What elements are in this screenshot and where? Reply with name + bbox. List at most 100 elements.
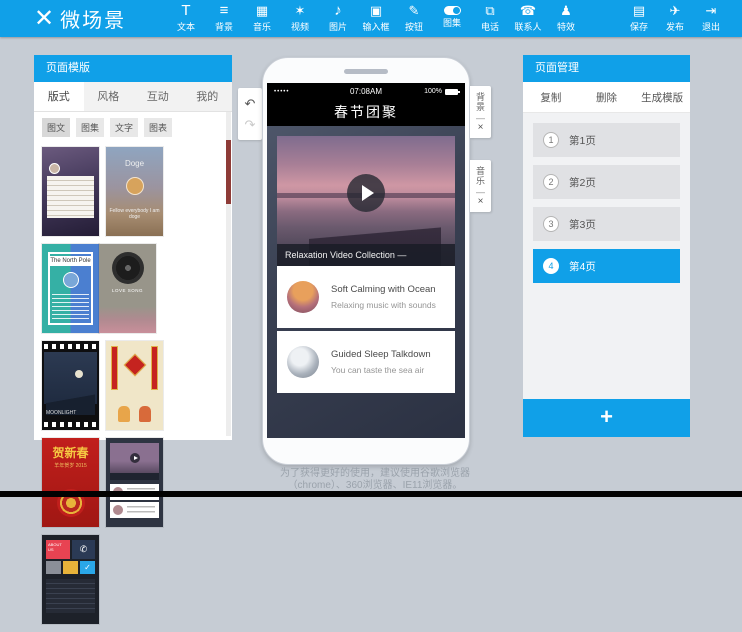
page-number-badge: 1 xyxy=(543,132,559,148)
filter-gallery[interactable]: 图集 xyxy=(76,118,104,137)
vinyl-disc xyxy=(112,252,144,284)
figure xyxy=(118,406,130,422)
phone-screen[interactable]: ••••• 07:08AM 100% 春节团聚 Relaxation Video… xyxy=(267,83,465,438)
playlist-item[interactable]: Guided Sleep Talkdown You can taste the … xyxy=(277,331,455,393)
picture-frame-icon: ▣ xyxy=(370,2,382,19)
bottom-bar xyxy=(0,491,742,497)
video-element[interactable]: Relaxation Video Collection — xyxy=(277,136,455,266)
tool-video[interactable]: ✶ 视频 xyxy=(281,2,319,33)
scrollbar-thumb[interactable] xyxy=(226,140,231,204)
page-item-1[interactable]: 1 第1页 xyxy=(533,123,680,157)
text-block xyxy=(46,579,95,613)
logo-text: 微场景 xyxy=(60,4,126,33)
play-button[interactable] xyxy=(347,174,385,212)
moon xyxy=(75,370,83,378)
page-item-2[interactable]: 2 第2页 xyxy=(533,165,680,199)
text-card xyxy=(47,176,94,218)
tool-image[interactable]: ♪ 图片 xyxy=(319,2,357,33)
track-thumbnail xyxy=(287,346,319,378)
tool-input-box[interactable]: ▣ 输入框 xyxy=(357,2,395,33)
template-new-year-couplets[interactable] xyxy=(106,341,163,430)
playlist-item[interactable]: Soft Calming with Ocean Relaxing music w… xyxy=(277,266,455,328)
image-icon: ⧉ xyxy=(485,2,494,19)
edit-pencil-icon: ✎ xyxy=(409,2,420,19)
filter-image-text[interactable]: 图文 xyxy=(42,118,70,137)
phone-handset-icon: ☎ xyxy=(520,2,536,19)
tab-style[interactable]: 风格 xyxy=(84,82,134,111)
tool-contacts[interactable]: ☎ 联系人 xyxy=(509,2,547,33)
page-item-4[interactable]: 4 第4页 xyxy=(533,249,680,283)
background-layer-tab[interactable]: 背景 — × xyxy=(470,86,491,138)
exit-button[interactable]: ⇥ 退出 xyxy=(694,2,728,33)
template-love-song[interactable]: LOVE SONG xyxy=(99,244,156,333)
exit-icon: ⇥ xyxy=(706,2,717,19)
chat-tile xyxy=(63,561,78,574)
track-thumbnail xyxy=(287,281,319,313)
phone-speaker xyxy=(344,69,388,74)
grid-icon: ▦ xyxy=(256,2,268,19)
tool-gallery[interactable]: 图集 xyxy=(433,2,471,33)
figure xyxy=(139,406,151,422)
close-icon[interactable]: × xyxy=(478,197,484,207)
template-he-xin-chun[interactable]: 贺新春 羊年贺岁 2015 xyxy=(42,438,99,527)
tool-music[interactable]: ▦ 音乐 xyxy=(243,2,281,33)
filter-text[interactable]: 文字 xyxy=(110,118,138,137)
video-caption: Relaxation Video Collection — xyxy=(277,244,455,266)
page-title[interactable]: 春节团聚 xyxy=(267,100,465,126)
tool-text[interactable]: T 文本 xyxy=(167,2,205,33)
page-manager-menu: 复制 删除 生成模版 xyxy=(523,82,690,113)
publish-button[interactable]: ✈ 发布 xyxy=(658,2,692,33)
redo-icon[interactable]: ↷ xyxy=(245,118,256,131)
film-sprockets xyxy=(44,422,97,427)
template-panel-title: 页面模版 xyxy=(34,55,232,82)
signal-dots: ••••• xyxy=(274,89,335,95)
avatar xyxy=(49,163,60,174)
page-number-badge: 2 xyxy=(543,174,559,190)
tab-interactive[interactable]: 互动 xyxy=(133,82,183,111)
app-logo: ✕ 微场景 xyxy=(34,4,126,33)
page-item-3[interactable]: 3 第3页 xyxy=(533,207,680,241)
text-icon: T xyxy=(181,2,190,19)
template-profile-card[interactable] xyxy=(42,147,99,236)
template-panel: 页面模版 版式 风格 互动 我的 图文 图集 文字 图表 Doge Fellow… xyxy=(34,55,232,440)
person-icon: ♟ xyxy=(560,2,572,19)
close-icon[interactable]: × xyxy=(478,123,484,133)
save-button[interactable]: ▤ 保存 xyxy=(622,2,656,33)
tool-background[interactable]: ≡ 背景 xyxy=(205,2,243,33)
template-relaxation-video[interactable] xyxy=(106,438,163,527)
mini-video xyxy=(110,443,159,473)
minimize-icon[interactable]: — xyxy=(476,114,485,122)
minimize-icon[interactable]: — xyxy=(476,188,485,196)
template-scrollbar[interactable] xyxy=(226,112,231,436)
tab-mine[interactable]: 我的 xyxy=(183,82,233,111)
undo-icon[interactable]: ↶ xyxy=(245,97,256,110)
night-scene xyxy=(44,352,97,404)
top-toolbar: ✕ 微场景 T 文本 ≡ 背景 ▦ 音乐 ✶ 视频 ♪ 图片 ▣ 输入框 ✎ 按… xyxy=(0,0,742,37)
tool-button[interactable]: ✎ 按钮 xyxy=(395,2,433,33)
delete-button[interactable]: 删除 xyxy=(579,90,635,105)
playlist: Soft Calming with Ocean Relaxing music w… xyxy=(277,266,455,396)
fu-diamond xyxy=(123,354,146,377)
add-page-button[interactable]: + xyxy=(523,399,690,437)
template-moonlight[interactable]: MOONLIGHT xyxy=(42,341,99,430)
filter-chart[interactable]: 图表 xyxy=(144,118,172,137)
tab-layout[interactable]: 版式 xyxy=(34,82,84,111)
save-icon: ▤ xyxy=(633,2,645,19)
insert-tools: T 文本 ≡ 背景 ▦ 音乐 ✶ 视频 ♪ 图片 ▣ 输入框 ✎ 按钮 图集 xyxy=(167,2,585,33)
template-metro-tiles[interactable]: ABOUT US ✆ ✓ xyxy=(42,535,99,624)
list-row xyxy=(110,502,159,518)
tool-phone[interactable]: ⧉ 电话 xyxy=(471,2,509,33)
copy-button[interactable]: 复制 xyxy=(523,90,579,105)
make-template-button[interactable]: 生成模版 xyxy=(634,90,690,105)
page-manager-panel: 页面管理 复制 删除 生成模版 1 第1页 2 第2页 3 第3页 4 第4页 … xyxy=(523,55,690,437)
template-north-pole[interactable]: The North Pole xyxy=(42,244,99,333)
magic-star-icon: ✶ xyxy=(295,2,306,19)
paper-plane-icon: ✈ xyxy=(670,2,681,19)
template-doge[interactable]: Doge Fellow everybody I am doge xyxy=(106,147,163,236)
play-icon xyxy=(130,453,140,463)
couplet-strip xyxy=(111,346,118,390)
tool-effects[interactable]: ♟ 特效 xyxy=(547,2,585,33)
music-layer-tab[interactable]: 音乐 — × xyxy=(470,160,491,212)
file-actions: ▤ 保存 ✈ 发布 ⇥ 退出 xyxy=(620,2,728,33)
toggle-icon xyxy=(444,6,461,15)
